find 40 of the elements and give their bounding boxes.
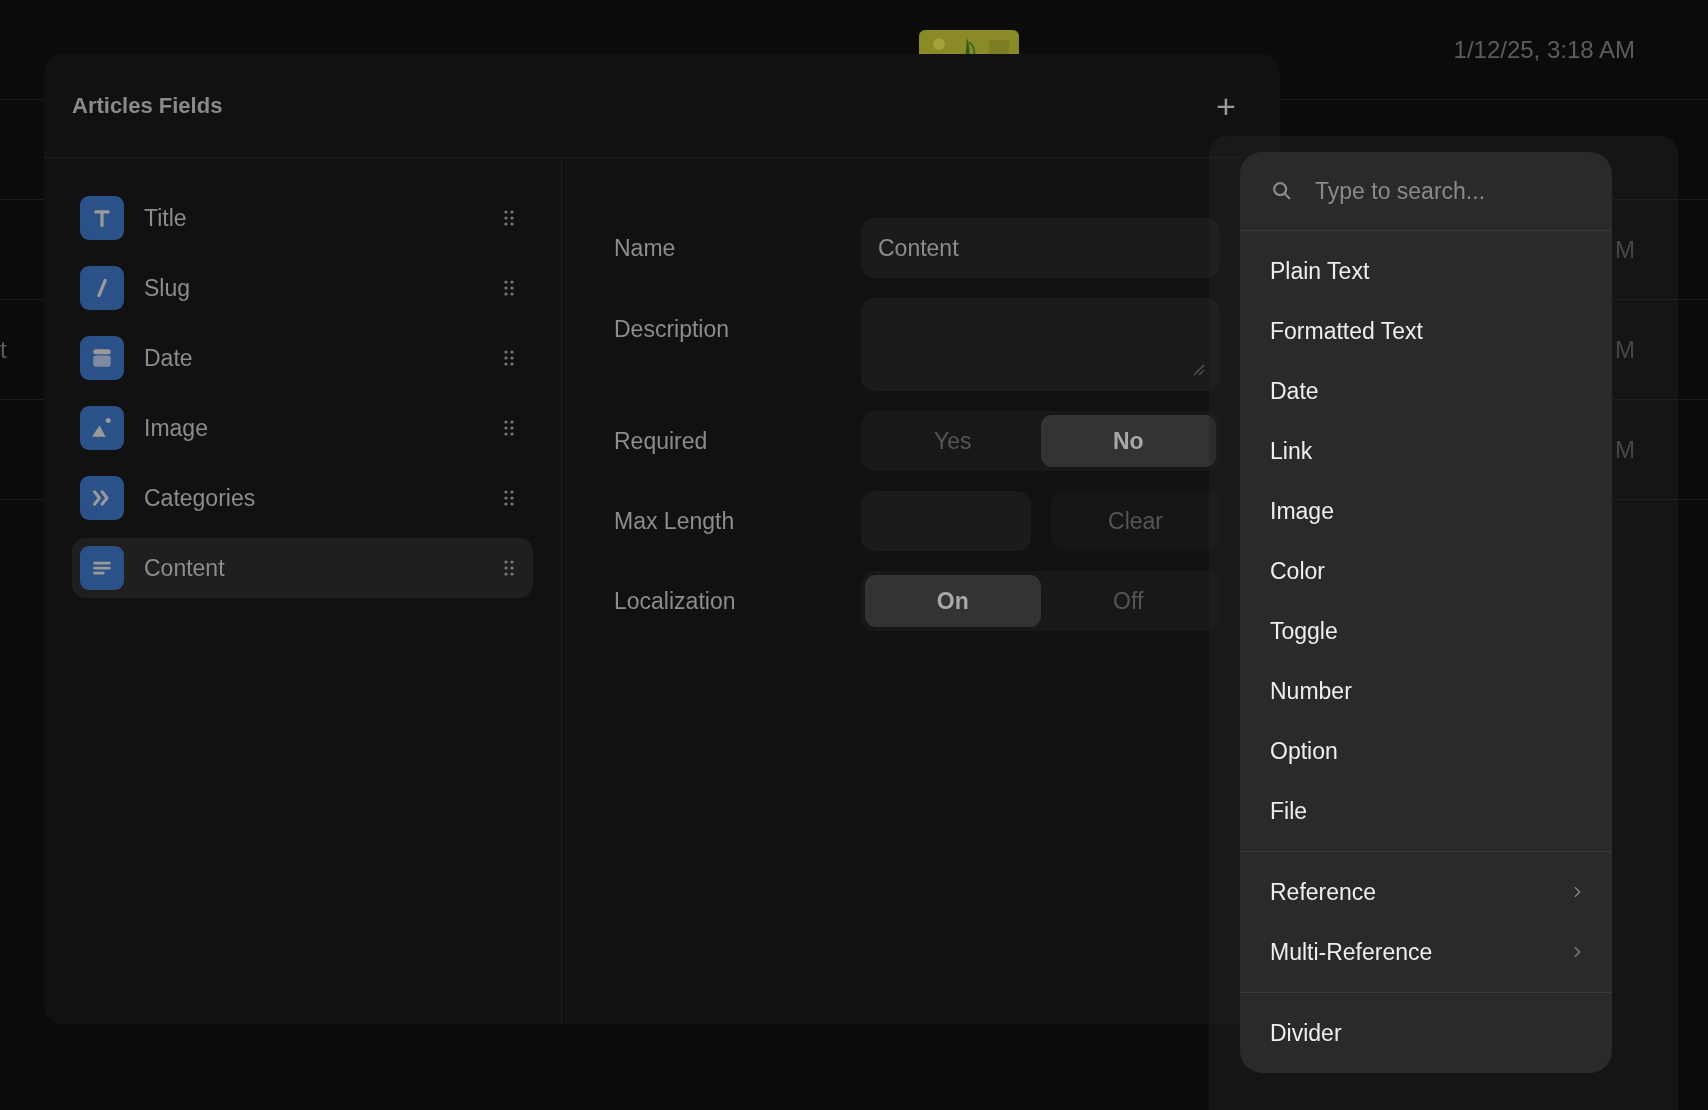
name-input[interactable]: Content: [861, 218, 1220, 278]
search-field[interactable]: Type to search...: [1315, 173, 1612, 209]
search-icon: [1271, 180, 1293, 202]
menu-item[interactable]: File: [1240, 781, 1612, 841]
add-button[interactable]: +: [1208, 87, 1244, 124]
field-list-item[interactable]: Date: [72, 328, 533, 388]
segment-option[interactable]: No: [1040, 415, 1216, 467]
field-list-item[interactable]: Content: [72, 538, 533, 598]
menu-item[interactable]: Divider: [1240, 1003, 1612, 1063]
menu-item[interactable]: Reference: [1240, 862, 1612, 922]
menu-item[interactable]: Multi-Reference: [1240, 922, 1612, 982]
field-label: Localization: [614, 586, 737, 616]
menu-item[interactable]: Option: [1240, 721, 1612, 781]
letter-t-icon: [80, 196, 124, 240]
field-list-item[interactable]: Slug: [72, 258, 533, 318]
menu-item[interactable]: Plain Text: [1240, 241, 1612, 301]
menu-item[interactable]: Image: [1240, 481, 1612, 541]
field-list-item[interactable]: Categories: [72, 468, 533, 528]
segment-option[interactable]: On: [865, 575, 1041, 627]
calendar-icon: [80, 336, 124, 380]
lines-icon: [80, 546, 124, 590]
double-chevron-icon: [80, 476, 124, 520]
menu-item[interactable]: Number: [1240, 661, 1612, 721]
menu-item[interactable]: Link: [1240, 421, 1612, 481]
dialog-title: Articles Fields: [72, 92, 223, 120]
image-icon: [80, 406, 124, 450]
field-list-item[interactable]: Image: [72, 398, 533, 458]
field-label: Max Length: [614, 506, 736, 536]
field-list-item[interactable]: Title: [72, 188, 533, 248]
slash-icon: [80, 266, 124, 310]
menu-item[interactable]: Color: [1240, 541, 1612, 601]
field-label: Description: [614, 315, 731, 344]
field-label: Required: [614, 426, 709, 456]
menu-item[interactable]: Formatted Text: [1240, 301, 1612, 361]
resize-handle-icon[interactable]: [1192, 363, 1206, 377]
field-label: Name: [614, 233, 677, 263]
menu-item[interactable]: Toggle: [1240, 601, 1612, 661]
menu-item[interactable]: Date: [1240, 361, 1612, 421]
timestamp-text: 1/12/25, 3:18 AM: [1453, 35, 1635, 63]
table-cell-text: t: [0, 335, 7, 363]
